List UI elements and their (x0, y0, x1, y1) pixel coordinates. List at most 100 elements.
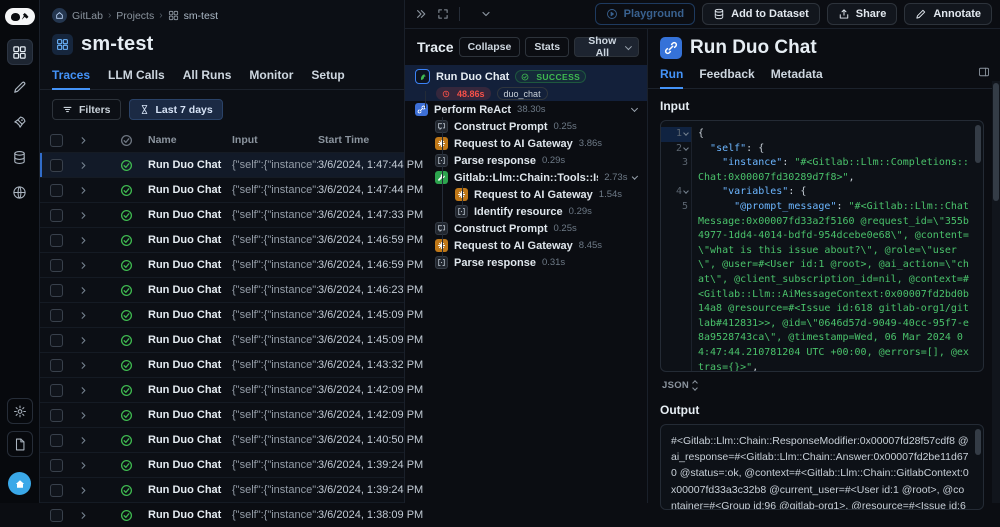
row-checkbox[interactable] (50, 184, 63, 197)
row-checkbox[interactable] (50, 409, 63, 422)
home-icon[interactable] (52, 8, 67, 23)
input-code-viewer[interactable]: 1{2 "self": {3 "instance": "#<Gitlab::Ll… (660, 120, 984, 372)
row-expand-chevron-icon[interactable] (78, 235, 104, 246)
row-expand-chevron-icon[interactable] (78, 435, 104, 446)
run-name-cell[interactable]: Run Duo Chat (148, 159, 232, 171)
breadcrumb-projects[interactable]: Projects (116, 10, 154, 22)
select-all-checkbox[interactable] (50, 134, 63, 147)
run-name-cell[interactable]: Run Duo Chat (148, 409, 232, 421)
table-row[interactable]: Run Duo Chat{"self":{"instance":"#...3/6… (40, 202, 404, 227)
run-name-cell[interactable]: Run Duo Chat (148, 359, 232, 371)
run-name-cell[interactable]: Run Duo Chat (148, 434, 232, 446)
format-selector[interactable]: JSON (662, 380, 689, 391)
input-scrollbar[interactable] (975, 125, 981, 163)
table-row[interactable]: Run Duo Chat{"self":{"instance":"#...3/6… (40, 502, 404, 527)
row-checkbox[interactable] (50, 509, 63, 522)
annotations-pencil-icon[interactable] (7, 74, 33, 100)
row-expand-chevron-icon[interactable] (78, 285, 104, 296)
line-number[interactable]: 1 (661, 127, 691, 142)
org-avatar[interactable] (8, 472, 31, 495)
table-row[interactable]: Run Duo Chat{"self":{"instance":"#...3/6… (40, 427, 404, 452)
table-row[interactable]: Run Duo Chat{"self":{"instance":"#...3/6… (40, 452, 404, 477)
langsmith-logo[interactable] (5, 8, 35, 25)
run-name-cell[interactable]: Run Duo Chat (148, 259, 232, 271)
expand-all-chevron-icon[interactable] (78, 135, 104, 146)
row-checkbox[interactable] (50, 309, 63, 322)
annotate-button[interactable]: Annotate (904, 3, 992, 25)
row-expand-chevron-icon[interactable] (78, 485, 104, 496)
projects-grid-icon[interactable] (7, 39, 33, 65)
format-sort-icon[interactable] (693, 381, 697, 390)
table-row[interactable]: Run Duo Chat{"self":{"instance":"#...3/6… (40, 252, 404, 277)
row-expand-chevron-icon[interactable] (78, 410, 104, 421)
row-checkbox[interactable] (50, 384, 63, 397)
table-row[interactable]: Run Duo Chat{"self":{"instance":"#...3/6… (40, 302, 404, 327)
row-expand-chevron-icon[interactable] (78, 335, 104, 346)
collapse-button[interactable]: Collapse (459, 37, 521, 57)
column-start-time[interactable]: Start Time (318, 134, 404, 146)
detail-scroll-track[interactable] (992, 81, 1000, 503)
row-checkbox[interactable] (50, 259, 63, 272)
table-row[interactable]: Run Duo Chat{"self":{"instance":"#...3/6… (40, 152, 404, 177)
line-number[interactable]: 2 (661, 142, 691, 157)
row-checkbox[interactable] (50, 434, 63, 447)
row-checkbox[interactable] (50, 284, 63, 297)
fullscreen-icon[interactable] (437, 8, 449, 20)
line-number[interactable]: 4 (661, 185, 691, 200)
tab-all-runs[interactable]: All Runs (183, 68, 232, 89)
row-expand-chevron-icon[interactable] (78, 210, 104, 221)
run-tag[interactable]: duo_chat (497, 87, 548, 100)
tab-llm-calls[interactable]: LLM Calls (108, 68, 165, 89)
row-expand-chevron-icon[interactable] (78, 185, 104, 196)
row-checkbox[interactable] (50, 459, 63, 472)
row-checkbox[interactable] (50, 484, 63, 497)
trace-root-node[interactable]: Run Duo Chat SUCCESS 48.86s duo_chat (405, 65, 647, 101)
run-name-cell[interactable]: Run Duo Chat (148, 184, 232, 196)
table-row[interactable]: Run Duo Chat{"self":{"instance":"#...3/6… (40, 402, 404, 427)
run-name-cell[interactable]: Run Duo Chat (148, 459, 232, 471)
output-scrollbar[interactable] (975, 429, 981, 455)
run-name-cell[interactable]: Run Duo Chat (148, 309, 232, 321)
row-expand-chevron-icon[interactable] (78, 310, 104, 321)
column-input[interactable]: Input (232, 134, 318, 146)
tab-setup[interactable]: Setup (311, 68, 344, 89)
table-row[interactable]: Run Duo Chat{"self":{"instance":"#...3/6… (40, 277, 404, 302)
run-name-cell[interactable]: Run Duo Chat (148, 509, 232, 521)
row-checkbox[interactable] (50, 359, 63, 372)
row-checkbox[interactable] (50, 334, 63, 347)
table-row[interactable]: Run Duo Chat{"self":{"instance":"#...3/6… (40, 177, 404, 202)
run-name-cell[interactable]: Run Duo Chat (148, 234, 232, 246)
row-expand-chevron-icon[interactable] (78, 360, 104, 371)
row-expand-chevron-icon[interactable] (78, 160, 104, 171)
column-name[interactable]: Name (148, 134, 232, 146)
detail-scrollbar[interactable] (993, 83, 999, 201)
row-expand-chevron-icon[interactable] (78, 460, 104, 471)
hub-globe-icon[interactable] (7, 179, 33, 205)
row-expand-chevron-icon[interactable] (78, 510, 104, 521)
stats-button[interactable]: Stats (525, 37, 569, 57)
tab-traces[interactable]: Traces (52, 68, 90, 89)
chevron-down-icon[interactable] (631, 105, 638, 112)
docs-file-icon[interactable] (7, 431, 33, 457)
deployments-rocket-icon[interactable] (7, 109, 33, 135)
row-expand-chevron-icon[interactable] (78, 385, 104, 396)
filters-button[interactable]: Filters (52, 99, 121, 120)
table-row[interactable]: Run Duo Chat{"self":{"instance":"#...3/6… (40, 377, 404, 402)
output-viewer[interactable]: #<Gitlab::Llm::Chain::ResponseModifier:0… (660, 424, 984, 510)
run-tab-metadata[interactable]: Metadata (771, 67, 823, 88)
collapse-panel-icon[interactable] (415, 8, 427, 20)
breadcrumb-gitlab[interactable]: GitLab (72, 10, 103, 22)
trace-node[interactable]: Perform ReAct38.30s (405, 101, 647, 118)
table-row[interactable]: Run Duo Chat{"self":{"instance":"#...3/6… (40, 477, 404, 502)
run-name-cell[interactable]: Run Duo Chat (148, 209, 232, 221)
date-range-button[interactable]: Last 7 days (129, 99, 223, 120)
tab-monitor[interactable]: Monitor (249, 68, 293, 89)
run-name-cell[interactable]: Run Duo Chat (148, 284, 232, 296)
settings-gear-icon[interactable] (7, 398, 33, 424)
row-checkbox[interactable] (50, 234, 63, 247)
run-tab-run[interactable]: Run (660, 67, 683, 88)
run-name-cell[interactable]: Run Duo Chat (148, 334, 232, 346)
run-tab-feedback[interactable]: Feedback (699, 67, 754, 88)
row-checkbox[interactable] (50, 209, 63, 222)
datasets-database-icon[interactable] (7, 144, 33, 170)
